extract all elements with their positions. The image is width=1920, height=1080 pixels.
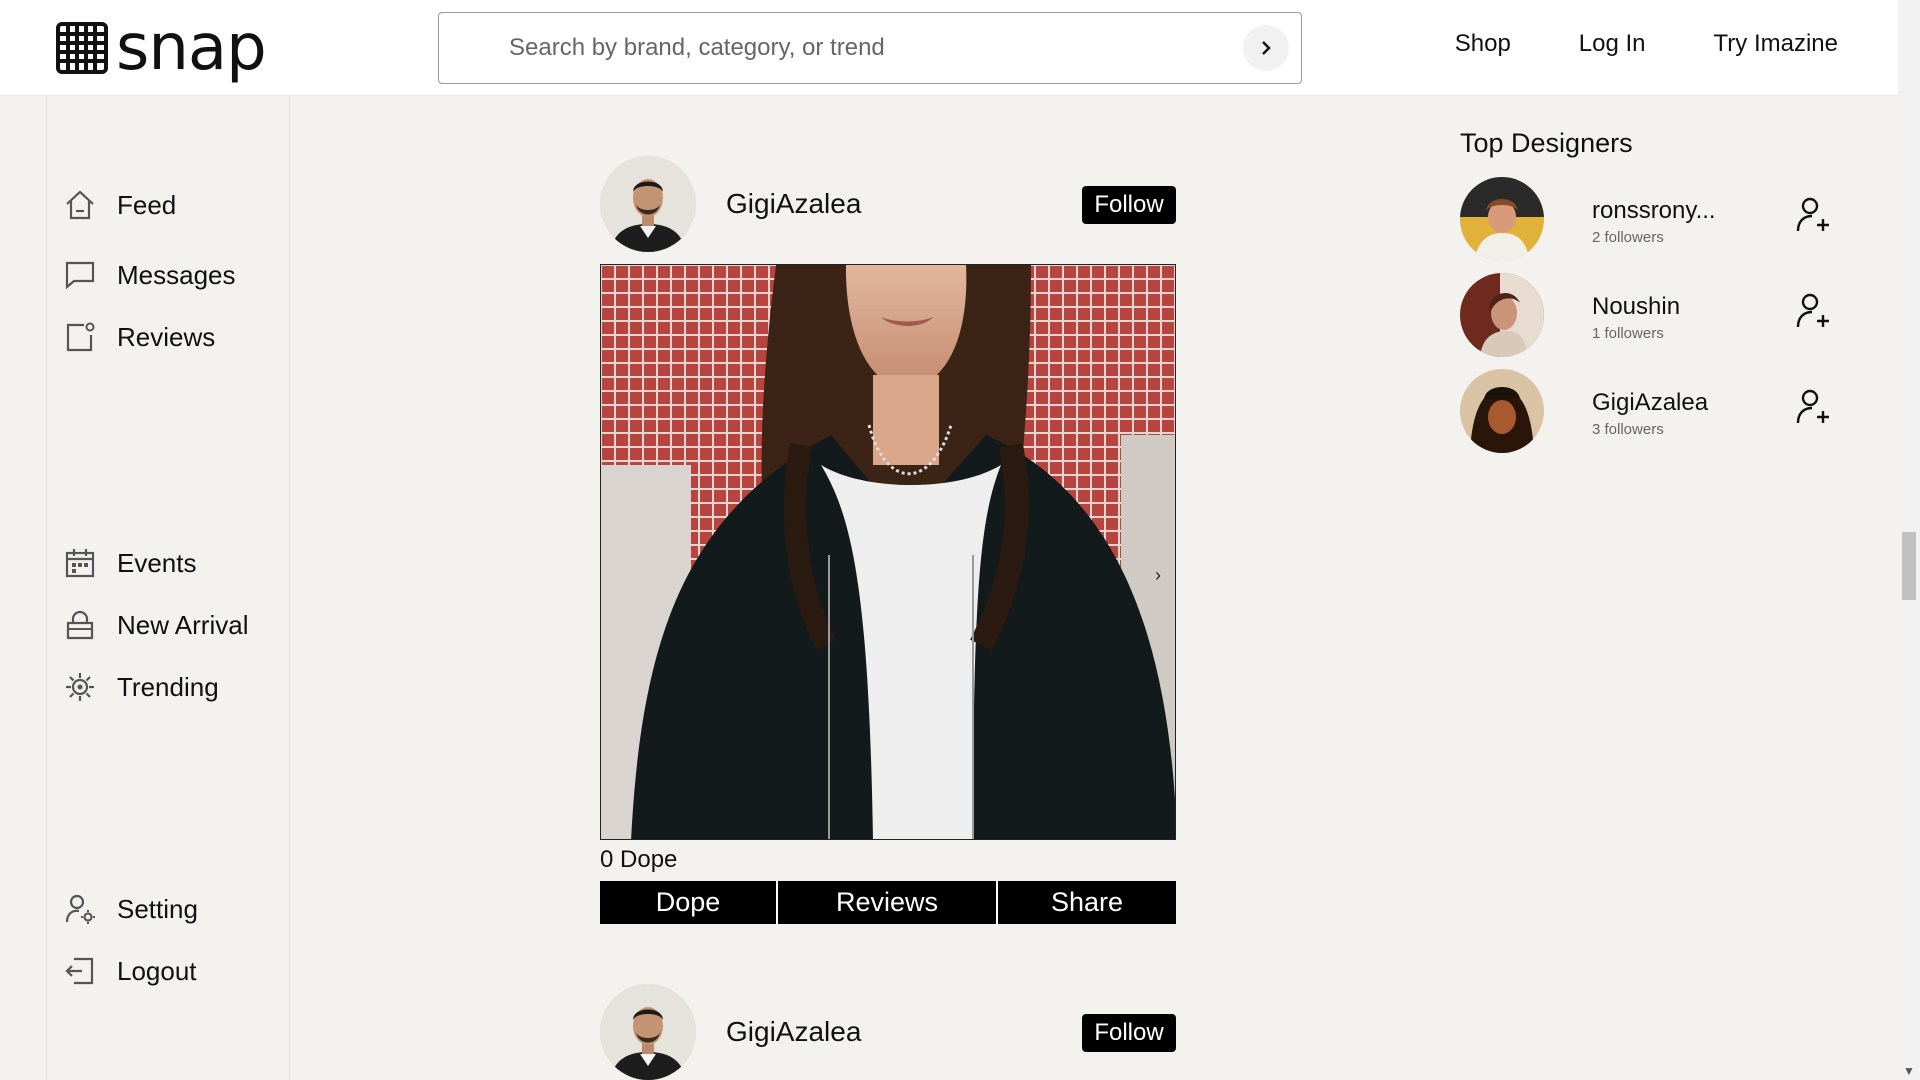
sidebar-item-logout[interactable]: Logout <box>63 954 197 988</box>
scroll-down-icon[interactable]: ▼ <box>1903 1064 1915 1078</box>
follow-button[interactable]: Follow <box>1082 1014 1176 1052</box>
sidebar-item-label: Messages <box>117 259 236 290</box>
avatar[interactable] <box>600 156 696 252</box>
post-image[interactable]: › <box>600 264 1176 840</box>
designer-item: Noushin 1 followers <box>1460 273 1860 369</box>
reviews-button[interactable]: Reviews <box>778 881 998 924</box>
top-designers-title: Top Designers <box>1460 128 1633 158</box>
message-icon <box>63 258 97 292</box>
top-header: snap Shop Log In Try Imazine <box>0 0 1898 96</box>
sidebar-item-messages[interactable]: Messages <box>63 258 236 292</box>
user-gear-icon <box>63 892 97 926</box>
logo-text: snap <box>116 11 267 85</box>
designer-item: ronssrony... 2 followers <box>1460 177 1860 273</box>
sidebar-item-new-arrival[interactable]: New Arrival <box>63 608 248 642</box>
sidebar-item-feed[interactable]: Feed <box>63 188 176 222</box>
sidebar-item-reviews[interactable]: Reviews <box>63 320 215 354</box>
post-username[interactable]: GigiAzalea <box>726 188 861 220</box>
sidebar-item-label: Reviews <box>117 321 216 352</box>
left-sidebar: Feed Messages Reviews Events New Arrival… <box>46 96 290 1080</box>
sidebar-item-label: Logout <box>117 955 197 986</box>
home-icon <box>63 188 97 222</box>
sidebar-item-label: Trending <box>117 671 219 702</box>
logo[interactable]: snap <box>56 11 267 85</box>
search-submit-button[interactable] <box>1243 25 1289 71</box>
sidebar-item-trending[interactable]: Trending <box>63 670 219 704</box>
post-header: GigiAzalea Follow <box>600 984 1176 1080</box>
nav-shop-link[interactable]: Shop <box>1455 30 1511 58</box>
designer-followers: 2 followers <box>1592 229 1664 246</box>
add-user-icon[interactable] <box>1794 291 1834 331</box>
sidebar-item-events[interactable]: Events <box>63 546 197 580</box>
add-user-icon[interactable] <box>1794 387 1834 427</box>
designer-name[interactable]: Noushin <box>1592 293 1680 321</box>
designer-item: GigiAzalea 3 followers <box>1460 369 1860 465</box>
sidebar-item-label: Feed <box>117 189 177 220</box>
designer-followers: 3 followers <box>1592 421 1664 438</box>
bag-icon <box>63 608 97 642</box>
logo-grid-icon <box>56 22 108 74</box>
review-icon <box>63 320 97 354</box>
trending-icon <box>63 670 97 704</box>
share-button[interactable]: Share <box>998 881 1176 924</box>
post-photo <box>601 265 1175 839</box>
designer-name[interactable]: GigiAzalea <box>1592 389 1708 417</box>
sidebar-item-label: Setting <box>117 893 198 924</box>
sidebar-item-setting[interactable]: Setting <box>63 892 198 926</box>
avatar[interactable] <box>1460 273 1544 357</box>
designer-followers: 1 followers <box>1592 325 1664 342</box>
post-username[interactable]: GigiAzalea <box>726 1016 861 1048</box>
sidebar-item-label: Events <box>117 547 197 578</box>
avatar[interactable] <box>1460 177 1544 261</box>
add-user-icon[interactable] <box>1794 195 1834 235</box>
avatar[interactable] <box>1460 369 1544 453</box>
post-header: GigiAzalea Follow <box>600 156 1176 256</box>
sidebar-item-label: New Arrival <box>117 609 249 640</box>
chevron-right-icon <box>1262 41 1271 55</box>
calendar-icon <box>63 546 97 580</box>
search-input[interactable] <box>509 13 1149 83</box>
top-designers-panel: Top Designers ronssrony... 2 followers N… <box>1460 128 1860 465</box>
nav-login-link[interactable]: Log In <box>1579 30 1646 58</box>
search-bar <box>438 12 1302 84</box>
dope-count: 0 Dope <box>600 846 678 873</box>
carousel-next-icon[interactable]: › <box>1155 565 1161 586</box>
avatar[interactable] <box>600 984 696 1080</box>
top-nav: Shop Log In Try Imazine <box>1455 30 1838 58</box>
designer-name[interactable]: ronssrony... <box>1592 197 1716 225</box>
post-action-bar: Dope Reviews Share <box>600 881 1176 924</box>
follow-button[interactable]: Follow <box>1082 186 1176 224</box>
dope-button[interactable]: Dope <box>600 881 778 924</box>
logout-icon <box>63 954 97 988</box>
page-scrollbar[interactable]: ▼ <box>1898 0 1920 1080</box>
nav-try-imazine-link[interactable]: Try Imazine <box>1714 30 1838 58</box>
scrollbar-thumb[interactable] <box>1902 532 1916 600</box>
